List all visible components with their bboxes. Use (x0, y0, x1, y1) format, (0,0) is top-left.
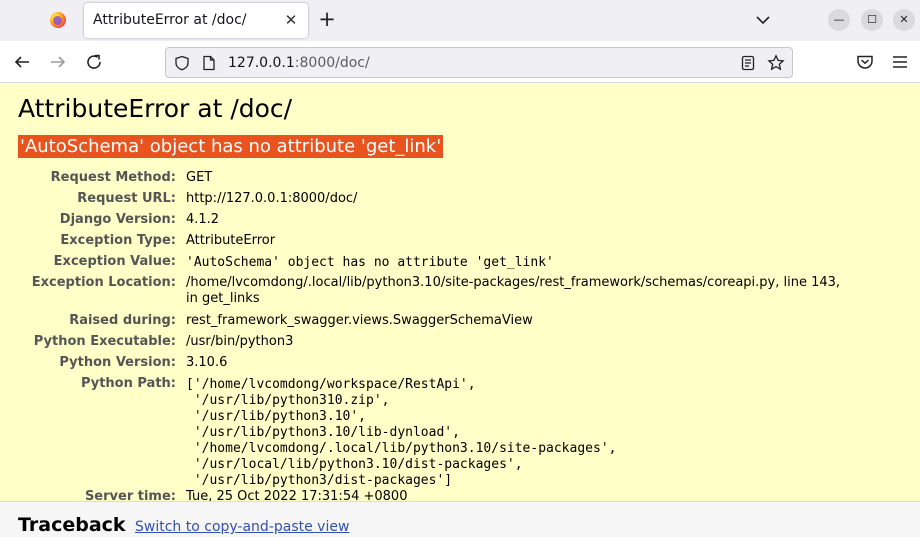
close-window-icon[interactable]: ✕ (893, 9, 915, 31)
error-summary: AttributeError at /doc/ 'AutoSchema' obj… (0, 84, 920, 504)
meta-value: 4.1.2 (186, 212, 220, 227)
shield-icon[interactable] (174, 55, 190, 71)
minimize-icon[interactable]: — (828, 9, 850, 31)
table-row: Python Executable: /usr/bin/python3 (0, 334, 900, 355)
traceback-section: Traceback Switch to copy-and-paste view (0, 501, 920, 537)
table-row: Python Path: ['/home/lvcomdong/workspace… (0, 376, 900, 489)
tab-close-icon[interactable]: ✕ (282, 11, 300, 29)
meta-key: Request Method: (50, 170, 176, 185)
table-row: Raised during: rest_framework_swagger.vi… (0, 313, 900, 334)
traceback-heading: Traceback (18, 514, 126, 536)
firefox-logo-icon[interactable] (50, 12, 66, 28)
meta-value: rest_framework_swagger.views.SwaggerSche… (186, 313, 533, 328)
new-tab-icon[interactable]: + (317, 9, 337, 30)
page-title: AttributeError at /doc/ (18, 94, 293, 123)
tab-title: AttributeError at /doc/ (93, 12, 247, 28)
meta-value: GET (186, 170, 213, 185)
meta-key: Django Version: (59, 212, 176, 227)
table-row: Exception Value: 'AutoSchema' object has… (0, 254, 900, 275)
meta-key: Exception Type: (60, 233, 176, 248)
back-arrow-icon[interactable] (12, 52, 32, 72)
meta-key: Exception Value: (53, 254, 176, 269)
meta-key: Python Path: (80, 376, 176, 391)
pocket-icon[interactable] (855, 52, 875, 72)
tab-strip: AttributeError at /doc/ ✕ + — ☐ ✕ (0, 0, 920, 41)
reload-icon[interactable] (84, 52, 104, 72)
tab-active[interactable]: AttributeError at /doc/ ✕ (84, 3, 308, 38)
url-host: 127.0.0.1 (228, 55, 295, 71)
meta-key: Raised during: (69, 313, 176, 328)
reader-view-icon[interactable] (740, 55, 756, 71)
page-content: AttributeError at /doc/ 'AutoSchema' obj… (0, 84, 920, 537)
meta-value: AttributeError (186, 233, 276, 248)
meta-value: http://127.0.0.1:8000/doc/ (186, 191, 358, 206)
meta-value: /usr/bin/python3 (186, 334, 294, 349)
table-row: Request Method: GET (0, 170, 900, 191)
meta-value: 3.10.6 (186, 355, 228, 370)
meta-key: Exception Location: (31, 275, 176, 290)
url-bar[interactable]: 127.0.0.1:8000/doc/ (165, 47, 793, 78)
bookmark-star-icon[interactable] (767, 54, 785, 72)
request-meta-table: Request Method: GET Request URL: http://… (0, 170, 900, 510)
meta-value: ['/home/lvcomdong/workspace/RestApi', '/… (186, 377, 617, 488)
url-text[interactable]: 127.0.0.1:8000/doc/ (228, 55, 370, 71)
copy-paste-view-link[interactable]: Switch to copy-and-paste view (135, 519, 349, 535)
maximize-icon[interactable]: ☐ (861, 9, 883, 31)
table-row: Python Version: 3.10.6 (0, 355, 900, 376)
navigation-bar: 127.0.0.1:8000/doc/ (0, 41, 920, 83)
meta-key: Python Version: (59, 355, 176, 370)
exception-message: 'AutoSchema' object has no attribute 'ge… (18, 135, 444, 158)
meta-value: 'AutoSchema' object has no attribute 'ge… (186, 255, 554, 270)
forward-arrow-icon[interactable] (48, 52, 68, 72)
page-icon[interactable] (202, 55, 216, 71)
menu-hamburger-icon[interactable] (890, 52, 910, 72)
table-row: Django Version: 4.1.2 (0, 212, 900, 233)
tabs-list-chevron-icon[interactable] (754, 11, 772, 29)
table-row: Request URL: http://127.0.0.1:8000/doc/ (0, 191, 900, 212)
meta-key: Request URL: (77, 191, 176, 206)
url-path: :8000/doc/ (294, 55, 370, 71)
meta-key: Python Executable: (33, 334, 176, 349)
table-row: Exception Location: /home/lvcomdong/.loc… (0, 275, 900, 313)
table-row: Exception Type: AttributeError (0, 233, 900, 254)
meta-value: /home/lvcomdong/.local/lib/python3.10/si… (186, 275, 841, 306)
